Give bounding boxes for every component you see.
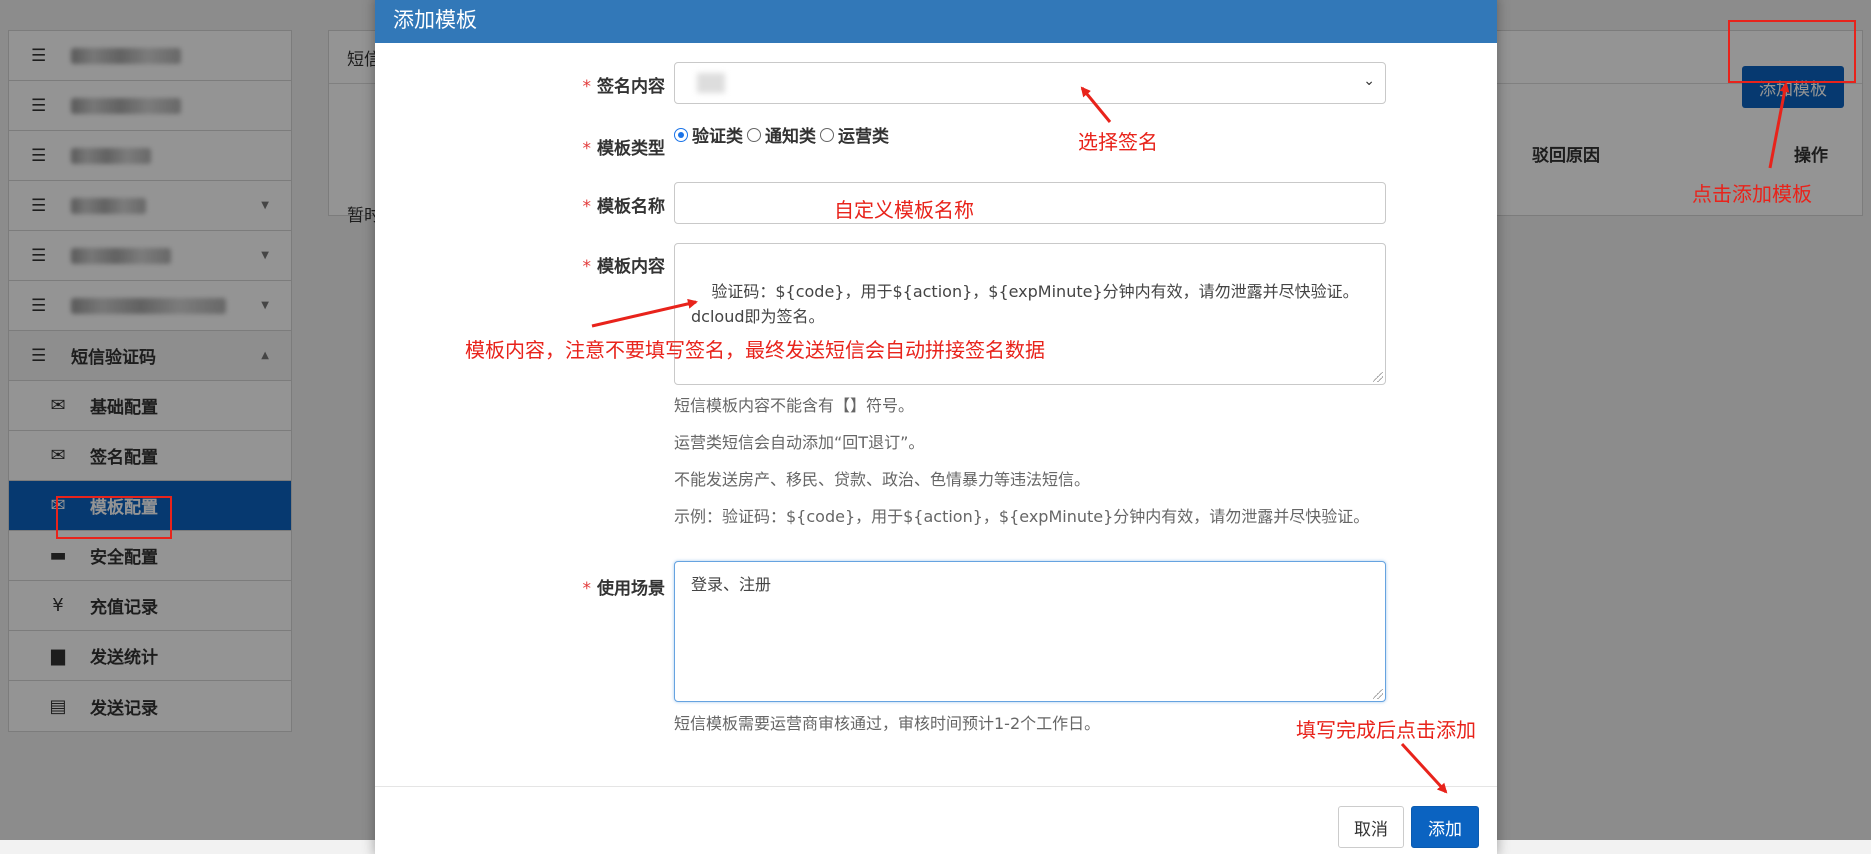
blurred-signature-value [697,73,725,93]
radio-marketing-label[interactable]: 运营类 [838,122,889,147]
submit-add-button[interactable]: 添加 [1411,806,1479,848]
usage-scene-value: 登录、注册 [691,575,772,594]
required-mark: * [582,579,592,599]
template-content-textarea[interactable]: 验证码：${code}，用于${action}，${expMinute}分钟内有… [674,243,1386,385]
required-mark: * [582,197,592,217]
usage-scene-textarea[interactable]: 登录、注册 [674,561,1386,702]
signature-label: * 签名内容 [475,72,666,97]
signature-select[interactable]: ⌄ [674,62,1386,104]
help-text-3: 不能发送房产、移民、贷款、政治、色情暴力等违法短信。 [674,470,1091,489]
radio-marketing[interactable] [820,127,834,142]
template-name-input[interactable] [674,182,1386,224]
cancel-button[interactable]: 取消 [1338,806,1404,848]
help-text-4: 示例：验证码：${code}，用于${action}，${expMinute}分… [674,507,1370,526]
template-name-label: * 模板名称 [475,192,666,217]
chevron-down-icon: ⌄ [1363,73,1375,89]
signature-label-text: 签名内容 [597,77,665,97]
highlight-template-config [56,496,172,539]
template-name-label-text: 模板名称 [597,197,665,217]
radio-verification[interactable] [674,127,688,142]
annotation-select-signature: 选择签名 [1078,130,1158,154]
resize-grip-icon[interactable] [1373,372,1383,382]
template-type-label-text: 模板类型 [597,139,665,159]
usage-scene-label: * 使用场景 [475,574,666,599]
highlight-add-template [1728,20,1856,83]
annotation-content-note: 模板内容，注意不要填写签名，最终发送短信会自动拼接签名数据 [465,338,1045,362]
required-mark: * [582,77,592,97]
template-type-label: * 模板类型 [475,134,666,159]
help-text-1: 短信模板内容不能含有【】符号。 [674,396,915,415]
resize-grip-icon[interactable] [1373,689,1383,699]
radio-notification[interactable] [747,127,761,142]
required-mark: * [582,139,592,159]
modal-title: 添加模板 [375,0,1497,43]
template-content-value: 验证码：${code}，用于${action}，${expMinute}分钟内有… [691,282,1359,326]
modal-footer-divider [375,786,1497,787]
help-text-2: 运营类短信会自动添加“回T退订”。 [674,433,925,452]
template-type-radio-group: 验证类 通知类 运营类 [674,122,893,147]
required-mark: * [582,257,592,277]
template-content-label-text: 模板内容 [597,257,665,277]
annotation-click-add-done: 填写完成后点击添加 [1296,718,1476,742]
annotation-custom-name: 自定义模板名称 [834,198,974,222]
annotation-click-add-template: 点击添加模板 [1692,182,1812,206]
template-content-label: * 模板内容 [475,252,666,277]
usage-scene-label-text: 使用场景 [597,579,665,599]
radio-notification-label[interactable]: 通知类 [765,122,816,147]
usage-scene-help: 短信模板需要运营商审核通过，审核时间预计1-2个工作日。 [674,714,1101,733]
radio-verification-label[interactable]: 验证类 [692,122,743,147]
